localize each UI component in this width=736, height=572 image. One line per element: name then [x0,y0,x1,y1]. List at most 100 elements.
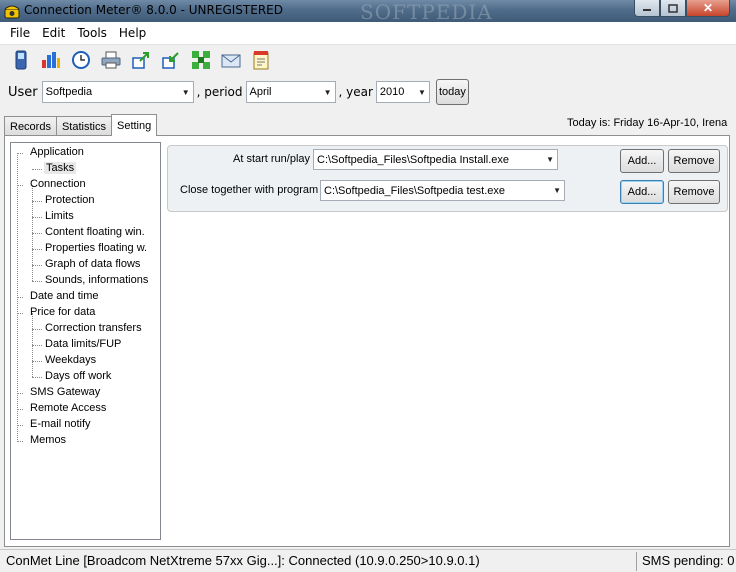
user-period-row: User Softpedia ▼ , period April ▼ , year… [0,78,736,106]
notes-icon [253,51,269,70]
maximize-icon [668,3,678,13]
tree-connector [32,345,42,346]
tree-item-correction[interactable]: Correction transfers [45,322,142,334]
title-bar: Connection Meter® 8.0.0 - UNREGISTERED S… [0,0,736,24]
chevron-down-icon: ▼ [181,87,190,97]
today-button-label: today [438,86,466,98]
remove-close-button[interactable]: Remove [668,180,720,204]
bar-chart-icon [42,52,60,68]
tab-label: Records [10,120,51,133]
notes-button[interactable] [250,49,272,71]
remove-label: Remove [673,186,715,198]
network-icon [192,51,210,69]
tab-records[interactable]: Records [4,116,57,136]
tree-item-connection[interactable]: Connection [30,178,86,190]
mail-button[interactable] [220,49,242,71]
today-info: Today is: Friday 16-Apr-10, Irena [567,117,728,129]
tree-item-tasks[interactable]: Tasks [44,162,77,174]
add-label: Add... [627,155,657,167]
close-together-select[interactable]: C:\Softpedia_Files\Softpedia test.exe ▼ [320,180,565,201]
close-together-label: Close together with program [180,184,319,196]
tree-connector [32,281,42,282]
window-title: Connection Meter® 8.0.0 - UNREGISTERED [24,3,283,17]
minimize-button[interactable] [634,0,660,17]
period-select[interactable]: April ▼ [245,81,336,103]
settings-tree: Application Tasks Connection Protection … [10,142,161,540]
tree-item-email[interactable]: E-mail notify [30,418,91,430]
close-button[interactable]: ✕ [686,0,730,17]
import-button[interactable] [160,49,182,71]
tree-item-days-off[interactable]: Days off work [45,370,111,382]
clock-button[interactable] [70,49,92,71]
tree-item-sms[interactable]: SMS Gateway [30,386,100,398]
maximize-button[interactable] [660,0,686,17]
phone-button[interactable] [10,49,32,71]
status-separator [636,552,637,571]
tree-item-remote[interactable]: Remote Access [30,402,106,414]
tree-item-price[interactable]: Price for data [30,306,95,318]
menu-tools[interactable]: Tools [71,26,113,40]
tree-item-data-limits[interactable]: Data limits/FUP [45,338,121,350]
tree-connector [32,377,42,378]
menu-edit[interactable]: Edit [36,26,71,40]
menu-bar: File Edit Tools Help [0,22,736,45]
tab-setting[interactable]: Setting [110,114,158,136]
telephone-app-icon [4,5,20,19]
connection-status: ConMet Line [Broadcom NetXtreme 57xx Gig… [6,553,480,568]
tree-item-graph-flows[interactable]: Graph of data flows [45,258,140,270]
status-bar: ConMet Line [Broadcom NetXtreme 57xx Gig… [0,549,736,572]
network-button[interactable] [190,49,212,71]
clock-icon [72,51,90,69]
tree-connector [32,233,42,234]
user-select[interactable]: Softpedia ▼ [41,81,194,103]
menu-file[interactable]: File [4,26,36,40]
add-start-button[interactable]: Add... [620,149,664,173]
softpedia-watermark: SOFTPEDIA [360,0,493,24]
period-label: , period [196,85,243,99]
close-together-value: C:\Softpedia_Files\Softpedia test.exe [324,184,505,197]
phone-icon [15,50,27,70]
chevron-down-icon: ▼ [546,155,554,164]
mail-icon [221,54,241,68]
printer-icon [101,51,121,69]
today-button[interactable]: today [435,79,469,105]
user-value: Softpedia [45,86,93,98]
print-button[interactable] [100,49,122,71]
year-label: , year [338,85,373,99]
menu-help[interactable]: Help [113,26,152,40]
remove-start-button[interactable]: Remove [668,149,720,173]
year-select[interactable]: 2010 ▼ [375,81,430,103]
tree-connector [17,297,23,298]
tree-item-limits[interactable]: Limits [45,210,74,222]
add-label: Add... [627,186,657,198]
tree-item-weekdays[interactable]: Weekdays [45,354,96,366]
tree-item-application[interactable]: Application [30,146,84,158]
add-close-button[interactable]: Add... [620,180,664,204]
statistics-button[interactable] [40,49,62,71]
tree-connector [17,313,23,314]
tree-item-properties-floating[interactable]: Properties floating w. [45,242,147,254]
start-run-label: At start run/play [233,153,311,165]
settings-panel: Application Tasks Connection Protection … [4,135,730,547]
export-button[interactable] [130,49,152,71]
chevron-down-icon: ▼ [323,87,332,97]
tree-connector [32,265,42,266]
tree-connector [17,185,23,186]
tree-connector [17,393,23,394]
tree-connector [17,409,23,410]
tree-item-content-floating[interactable]: Content floating win. [45,226,145,238]
tree-connector [32,201,42,202]
tree-connector [32,329,42,330]
tree-connector [17,425,23,426]
tree-connector [32,217,42,218]
tree-item-protection[interactable]: Protection [45,194,95,206]
sms-pending-status: SMS pending: 0 [642,553,735,568]
tab-statistics[interactable]: Statistics [55,116,112,136]
start-run-select[interactable]: C:\Softpedia_Files\Softpedia Install.exe… [313,149,558,170]
tree-item-date-time[interactable]: Date and time [30,290,98,302]
tab-strip: Records Statistics Setting [4,114,158,136]
tree-item-sounds[interactable]: Sounds, informations [45,274,148,286]
chevron-down-icon: ▼ [417,87,426,97]
export-icon [132,52,149,69]
tree-item-memos[interactable]: Memos [30,434,66,446]
